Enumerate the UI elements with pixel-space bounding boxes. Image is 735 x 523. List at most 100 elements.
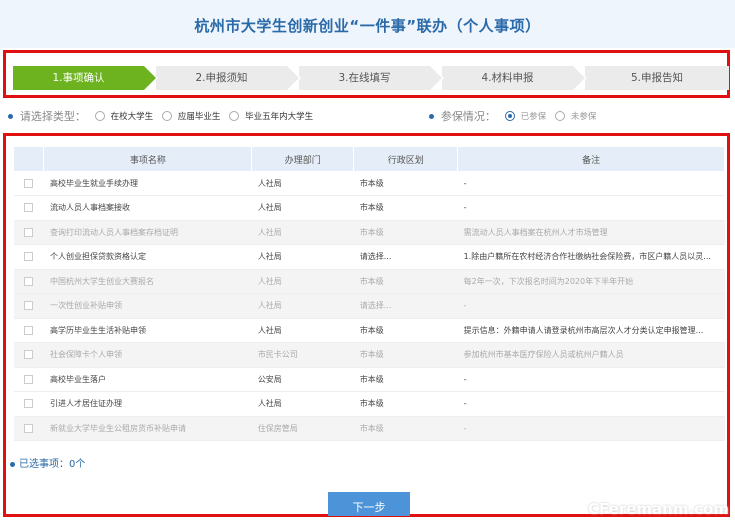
table-row: 社会保障卡个人申领 市民卡公司 市本级 参加杭州市基本医疗保险人员或杭州户籍人员 bbox=[14, 342, 725, 368]
row-note: 需流动人员人事档案在杭州人才市场管理 bbox=[457, 220, 725, 245]
row-checkbox-cell bbox=[14, 171, 44, 196]
row-region: 市本级 bbox=[353, 269, 458, 294]
step-2-label: 2.申报须知 bbox=[195, 72, 248, 84]
header-department: 办理部门 bbox=[251, 147, 355, 171]
type-radio-graduate[interactable] bbox=[162, 111, 173, 121]
step-progress-bar: 1.事项确认 2.申报须知 3.在线填写 4.材料申报 5.申报告知 bbox=[13, 66, 729, 90]
row-department: 市民卡公司 bbox=[251, 342, 354, 368]
row-region: 市本级 bbox=[353, 318, 458, 343]
table-row: 中国杭州大学生创业大赛报名 人社局 市本级 每2年一次，下次报名时间为2020年下半年… bbox=[14, 269, 725, 294]
row-checkbox-cell bbox=[14, 391, 44, 417]
row-region: 市本级 bbox=[353, 391, 458, 417]
header-checkbox-cell bbox=[14, 147, 45, 171]
insurance-radio-uninsured[interactable] bbox=[555, 111, 566, 121]
table-row[interactable]: 流动人员人事档案接收 人社局 市本级 - bbox=[14, 195, 725, 221]
row-checkbox-cell bbox=[14, 416, 44, 441]
row-department: 人社局 bbox=[251, 220, 354, 245]
insurance-filter: 参保情况： 已参保 未参保 bbox=[429, 108, 596, 124]
row-department: 人社局 bbox=[251, 244, 354, 270]
row-checkbox[interactable] bbox=[24, 203, 34, 213]
step-2[interactable]: 2.申报须知 bbox=[156, 66, 301, 90]
row-item-name: 查询打印流动人员人事档案存档证明 bbox=[43, 220, 252, 245]
type-option-in-school[interactable]: 在校大学生 bbox=[111, 112, 154, 122]
type-option-five-years[interactable]: 毕业五年内大学生 bbox=[245, 112, 313, 122]
step-5[interactable]: 5.申报告知 bbox=[585, 66, 729, 90]
row-checkbox[interactable] bbox=[24, 178, 34, 188]
row-checkbox[interactable] bbox=[24, 374, 34, 384]
step-3-label: 3.在线填写 bbox=[338, 72, 391, 84]
row-checkbox-cell bbox=[14, 195, 44, 221]
header-region: 行政区划 bbox=[353, 147, 459, 171]
row-department: 人社局 bbox=[251, 318, 354, 343]
row-region: 市本级 bbox=[353, 367, 458, 392]
row-checkbox[interactable] bbox=[24, 325, 34, 335]
row-checkbox-cell bbox=[14, 342, 44, 368]
table-highlight-frame: 事项名称 办理部门 行政区划 备注 高校毕业生就业手续办理 人社局 市本级 - 流动人员… bbox=[3, 133, 730, 517]
insurance-option-uninsured[interactable]: 未参保 bbox=[571, 112, 597, 122]
row-region: 请选择... bbox=[353, 244, 458, 270]
filter-row: 请选择类型： 在校大学生 应届毕业生 毕业五年内大学生 参保情况： 已参保 未参… bbox=[8, 108, 728, 126]
table-row: 一次性创业补贴申领 人社局 请选择... - bbox=[14, 293, 725, 319]
row-department: 人社局 bbox=[251, 171, 354, 196]
row-note: 提示信息：外籍申请人请登录杭州市高层次人才分类认定申报管理... bbox=[457, 318, 725, 343]
selected-count-label: 已选事项：0个 bbox=[19, 459, 86, 470]
row-checkbox-cell bbox=[14, 318, 44, 343]
table-row[interactable]: 高校毕业生落户 公安局 市本级 - bbox=[14, 367, 725, 392]
row-region: 市本级 bbox=[353, 342, 458, 368]
row-note: 每2年一次，下次报名时间为2020年下半年开始 bbox=[457, 269, 725, 294]
step-1-label: 1.事项确认 bbox=[52, 72, 105, 84]
row-region: 市本级 bbox=[353, 416, 458, 441]
row-department: 人社局 bbox=[251, 293, 354, 319]
row-item-name: 流动人员人事档案接收 bbox=[43, 195, 252, 221]
row-item-name: 中国杭州大学生创业大赛报名 bbox=[43, 269, 252, 294]
row-checkbox[interactable] bbox=[24, 399, 34, 409]
step-5-label: 5.申报告知 bbox=[630, 72, 684, 84]
row-checkbox[interactable] bbox=[24, 252, 34, 262]
row-item-name: 一次性创业补贴申领 bbox=[43, 293, 252, 319]
table-row[interactable]: 个人创业担保贷款资格认定 人社局 请选择... 1.除由户籍所在农村经济合作社缴纳社会… bbox=[14, 244, 725, 270]
row-checkbox-cell bbox=[14, 220, 44, 245]
table-row: 查询打印流动人员人事档案存档证明 人社局 市本级 需流动人员人事档案在杭州人才市场管理 bbox=[14, 220, 725, 245]
steps-highlight-frame: 1.事项确认 2.申报须知 3.在线填写 4.材料申报 5.申报告知 bbox=[3, 50, 730, 98]
insurance-option-insured[interactable]: 已参保 bbox=[521, 112, 547, 122]
row-note: - bbox=[457, 416, 725, 441]
header-note: 备注 bbox=[457, 147, 725, 171]
row-note: - bbox=[457, 171, 725, 196]
table-row[interactable]: 高学历毕业生生活补贴申领 人社局 市本级 提示信息：外籍申请人请登录杭州市高层次人才分… bbox=[14, 318, 725, 343]
row-item-name: 新就业大学毕业生公租房货币补贴申请 bbox=[43, 416, 252, 441]
insurance-radio-insured[interactable] bbox=[504, 111, 515, 121]
step-1[interactable]: 1.事项确认 bbox=[13, 66, 158, 90]
row-item-name: 个人创业担保贷款资格认定 bbox=[43, 244, 252, 270]
row-region: 请选择... bbox=[353, 293, 458, 319]
row-region: 市本级 bbox=[353, 171, 458, 196]
row-checkbox-cell bbox=[14, 293, 44, 319]
row-checkbox-cell bbox=[14, 269, 44, 294]
row-item-name: 高校毕业生就业手续办理 bbox=[43, 171, 252, 196]
row-note: - bbox=[457, 391, 725, 417]
bullet-icon bbox=[429, 113, 434, 119]
type-filter: 请选择类型： 在校大学生 应届毕业生 毕业五年内大学生 bbox=[8, 108, 313, 124]
table-row[interactable]: 高校毕业生就业手续办理 人社局 市本级 - bbox=[14, 171, 725, 196]
row-note: - bbox=[457, 293, 725, 319]
type-radio-in-school[interactable] bbox=[94, 111, 105, 121]
items-table: 事项名称 办理部门 行政区划 备注 高校毕业生就业手续办理 人社局 市本级 - 流动人员… bbox=[14, 147, 725, 441]
row-item-name: 引进人才居住证办理 bbox=[43, 391, 252, 417]
row-department: 人社局 bbox=[251, 269, 354, 294]
row-department: 住保房管局 bbox=[251, 416, 354, 441]
next-step-button[interactable]: 下一步 bbox=[328, 492, 410, 516]
type-option-graduate[interactable]: 应届毕业生 bbox=[178, 112, 221, 122]
insurance-filter-label: 参保情况： bbox=[440, 110, 496, 123]
step-3[interactable]: 3.在线填写 bbox=[299, 66, 444, 90]
page-title: 杭州市大学生创新创业“一件事”联办（个人事项） bbox=[0, 0, 735, 48]
table-row[interactable]: 引进人才居住证办理 人社局 市本级 - bbox=[14, 391, 725, 417]
row-note: 1.除由户籍所在农村经济合作社缴纳社会保险费，市区户籍人员以灵... bbox=[457, 244, 725, 270]
table-row: 新就业大学毕业生公租房货币补贴申请 住保房管局 市本级 - bbox=[14, 416, 725, 441]
row-note: - bbox=[457, 367, 725, 392]
header-item-name: 事项名称 bbox=[43, 147, 253, 171]
bullet-icon bbox=[8, 113, 13, 119]
step-4[interactable]: 4.材料申报 bbox=[442, 66, 587, 90]
row-checkbox bbox=[24, 423, 34, 433]
row-note: - bbox=[457, 195, 725, 221]
selected-count: 已选事项：0个 bbox=[10, 455, 85, 470]
type-radio-five-years[interactable] bbox=[229, 111, 240, 121]
